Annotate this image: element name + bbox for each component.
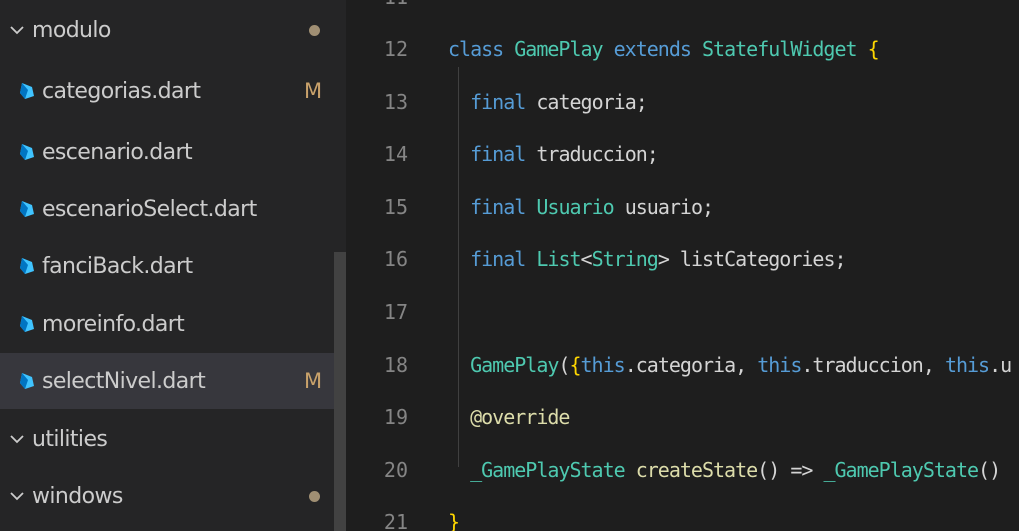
file-label: fanciBack.dart [42,253,193,279]
code-editor[interactable]: 11 12 class GamePlay extends StatefulWid… [346,0,1019,531]
file-label: selectNivel.dart [42,368,206,394]
code-text: } [448,510,460,531]
code-line: 14 final traduccion; [346,135,1019,173]
code-text: final Usuario usuario; [470,195,714,219]
code-text: final traduccion; [470,142,659,166]
dart-file-icon [12,81,42,101]
code-line: 16 final List<String> listCategories; [346,240,1019,278]
dart-file-icon [12,142,42,162]
code-line: 21 } [346,503,1019,531]
modified-dot-icon [309,24,320,36]
code-text: _GamePlayState createState() => _GamePla… [470,458,1001,482]
line-number: 15 [383,195,408,219]
line-number: 21 [383,510,408,531]
file-categorias-dart[interactable]: categorias.dart M [0,63,334,119]
folder-label: windows [32,483,123,509]
line-number: 13 [383,90,408,114]
file-label: escenarioSelect.dart [42,196,257,222]
code-line: 12 class GamePlay extends StatefulWidget… [346,30,1019,68]
sidebar-scrollbar-thumb[interactable] [334,252,346,531]
code-line: 18 GamePlay({this.categoria, this.traduc… [346,346,1019,384]
file-selectnivel-dart[interactable]: selectNivel.dart M [0,353,334,409]
file-escenarioselect-dart[interactable]: escenarioSelect.dart [0,181,334,237]
line-number: 19 [383,405,408,429]
modified-badge: M [304,369,322,393]
file-label: escenario.dart [42,139,193,165]
line-number: 12 [383,37,408,61]
file-label: moreinfo.dart [42,311,185,337]
line-number: 20 [383,458,408,482]
line-number: 16 [383,247,408,271]
explorer-sidebar: modulo categorias.dart M escenario.dart … [0,0,334,531]
code-text: final List<String> listCategories; [470,247,846,271]
folder-windows[interactable]: windows [0,468,334,524]
line-number: 17 [383,300,408,324]
dart-file-icon [12,314,42,334]
code-text: class GamePlay extends StatefulWidget { [448,37,880,61]
code-text: final categoria; [470,90,648,114]
dart-file-icon [12,199,42,219]
code-text: GamePlay({this.categoria, this.traduccio… [470,353,1012,377]
code-line: 17 [346,293,1019,331]
modified-badge: M [304,79,322,103]
code-line: 15 final Usuario usuario; [346,188,1019,226]
chevron-down-icon [2,24,32,36]
chevron-down-icon [2,433,32,445]
dart-file-icon [12,256,42,276]
folder-modulo[interactable]: modulo [0,2,334,58]
code-line: 11 [346,0,1019,16]
code-line: 19 @override [346,398,1019,436]
file-fanciback-dart[interactable]: fanciBack.dart [0,238,334,294]
code-text: @override [470,405,570,429]
file-label: categorias.dart [42,78,201,104]
file-escenario-dart[interactable]: escenario.dart [0,124,334,180]
line-number: 11 [346,0,408,9]
folder-utilities[interactable]: utilities [0,411,334,467]
file-moreinfo-dart[interactable]: moreinfo.dart [0,296,334,352]
code-line: 20 _GamePlayState createState() => _Game… [346,451,1019,489]
modified-dot-icon [309,490,320,502]
vscode-window: modulo categorias.dart M escenario.dart … [0,0,1019,531]
folder-label: utilities [32,426,108,452]
line-number: 14 [383,142,408,166]
line-number: 18 [383,353,408,377]
dart-file-icon [12,371,42,391]
folder-label: modulo [32,17,111,43]
code-line: 13 final categoria; [346,83,1019,121]
chevron-down-icon [2,490,32,502]
